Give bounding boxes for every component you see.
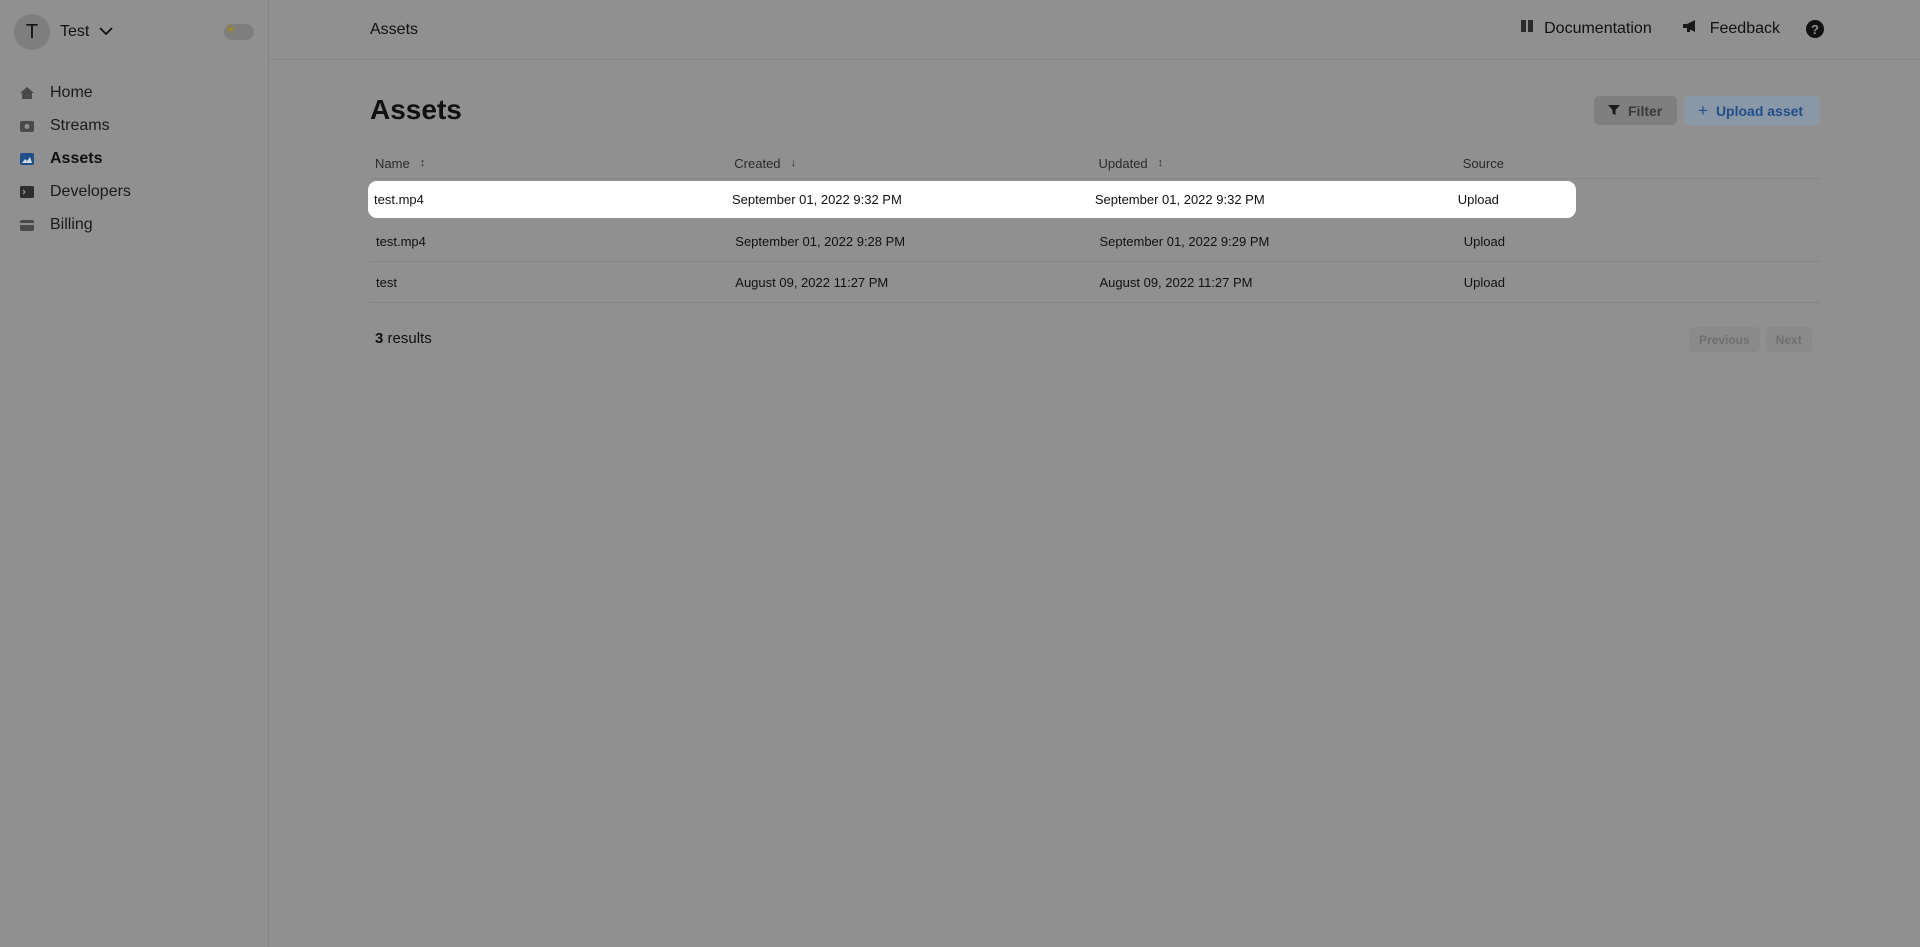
feedback-label: Feedback bbox=[1709, 19, 1780, 37]
feedback-link[interactable]: Feedback bbox=[1682, 18, 1780, 39]
previous-button[interactable]: Previous bbox=[1689, 327, 1760, 352]
sort-icon[interactable]: ↕ bbox=[1158, 157, 1164, 169]
cell-updated: September 01, 2022 9:29 PM bbox=[1099, 233, 1270, 249]
table-row[interactable]: test.mp4 September 01, 2022 9:32 PM Sept… bbox=[368, 181, 1576, 218]
theme-toggle[interactable]: ☀ bbox=[224, 22, 254, 40]
sidebar-item-label: Streams bbox=[50, 116, 110, 134]
help-icon[interactable]: ? bbox=[1806, 20, 1824, 38]
cell-name: test.mp4 bbox=[374, 192, 424, 207]
cell-source: Upload bbox=[1463, 274, 1505, 290]
table-header: Name ↕ Created ↓ Updated ↕ Source bbox=[370, 148, 1820, 179]
upload-asset-label: Upload asset bbox=[1715, 102, 1804, 119]
cell-source: Upload bbox=[1457, 192, 1499, 207]
avatar: T bbox=[14, 14, 50, 50]
assets-table: Name ↕ Created ↓ Updated ↕ Source test.m… bbox=[368, 148, 1820, 303]
topbar: Assets Documentation Feedback ? bbox=[270, 0, 1920, 60]
column-header-name[interactable]: Name ↕ bbox=[370, 156, 729, 171]
megaphone-icon bbox=[1682, 18, 1700, 39]
sort-icon[interactable]: ↕ bbox=[420, 157, 426, 169]
top-actions: Documentation Feedback bbox=[1520, 18, 1780, 39]
results-label: results bbox=[383, 330, 432, 347]
cell-name: test bbox=[376, 274, 397, 290]
sidebar-item-developers[interactable]: Developers bbox=[18, 175, 131, 208]
column-header-created[interactable]: Created ↓ bbox=[729, 156, 1093, 171]
cell-created: August 09, 2022 11:27 PM bbox=[735, 274, 889, 290]
cell-created: September 01, 2022 9:28 PM bbox=[735, 233, 906, 249]
sidebar-item-billing[interactable]: Billing bbox=[18, 208, 131, 241]
filter-icon bbox=[1608, 103, 1620, 119]
streams-icon bbox=[18, 117, 36, 135]
billing-icon bbox=[18, 216, 36, 234]
assets-icon bbox=[18, 150, 36, 168]
sidebar-item-home[interactable]: Home bbox=[18, 76, 131, 109]
table-row[interactable]: test August 09, 2022 11:27 PM August 09,… bbox=[370, 262, 1820, 303]
cell-source: Upload bbox=[1463, 233, 1505, 249]
cell-created: September 01, 2022 9:32 PM bbox=[731, 192, 902, 207]
results-count: 3 results bbox=[375, 330, 432, 347]
documentation-link[interactable]: Documentation bbox=[1520, 19, 1652, 38]
sidebar-item-label: Billing bbox=[50, 215, 93, 233]
sort-desc-icon[interactable]: ↓ bbox=[791, 157, 797, 169]
pagination: Previous Next bbox=[1689, 327, 1812, 352]
filter-label: Filter bbox=[1628, 102, 1663, 119]
upload-asset-button[interactable]: + Upload asset bbox=[1684, 96, 1820, 125]
sidebar-item-streams[interactable]: Streams bbox=[18, 109, 131, 142]
cell-updated: August 09, 2022 11:27 PM bbox=[1099, 274, 1253, 290]
sidebar-item-label: Assets bbox=[50, 149, 103, 167]
sidebar-item-assets[interactable]: Assets bbox=[18, 142, 131, 175]
next-button[interactable]: Next bbox=[1765, 327, 1812, 352]
column-header-updated[interactable]: Updated ↕ bbox=[1094, 156, 1458, 171]
sidebar-item-label: Developers bbox=[50, 182, 131, 200]
table-row[interactable]: test.mp4 September 01, 2022 9:28 PM Sept… bbox=[370, 221, 1820, 262]
page-title: Assets bbox=[370, 94, 462, 125]
sidebar: T Test ☀ Home Streams Assets Developers … bbox=[0, 0, 269, 947]
cell-updated: September 01, 2022 9:32 PM bbox=[1094, 192, 1265, 207]
plus-icon: + bbox=[1698, 100, 1708, 120]
chevron-down-icon bbox=[99, 23, 113, 41]
breadcrumb[interactable]: Assets bbox=[370, 21, 418, 39]
column-header-source: Source bbox=[1462, 155, 1504, 171]
filter-button[interactable]: Filter bbox=[1594, 96, 1677, 125]
sidebar-item-label: Home bbox=[50, 83, 93, 101]
workspace-switcher[interactable]: T Test bbox=[14, 14, 113, 50]
home-icon bbox=[18, 84, 36, 102]
cell-name: test.mp4 bbox=[376, 233, 426, 249]
documentation-label: Documentation bbox=[1544, 19, 1652, 37]
workspace-name: Test bbox=[60, 23, 90, 40]
sidebar-nav: Home Streams Assets Developers Billing bbox=[18, 76, 131, 241]
book-icon bbox=[1520, 19, 1534, 38]
sun-icon: ☀ bbox=[225, 22, 237, 37]
terminal-icon bbox=[18, 183, 36, 201]
